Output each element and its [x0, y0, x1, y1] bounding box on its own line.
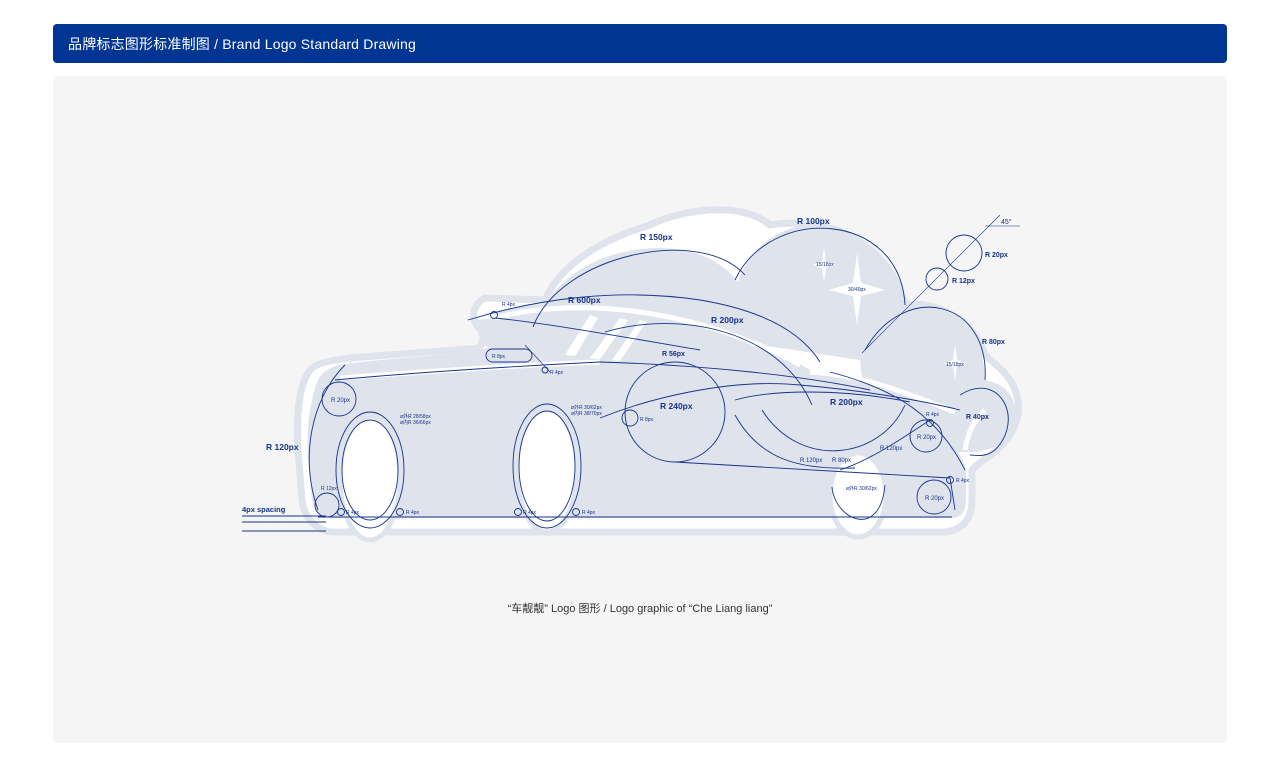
- label-r150: R 150px: [640, 232, 673, 242]
- label-star-big: 30/40px: [848, 287, 866, 293]
- label-r20-left: R 20px: [331, 398, 350, 404]
- label-spacing: 4px spacing: [242, 505, 286, 514]
- label-r100: R 100px: [797, 216, 830, 226]
- label-r12-top: R 12px: [952, 278, 975, 285]
- label-wheel-mid-1: ø外R 30/62px: [571, 404, 602, 411]
- label-r80-right: R 80px: [982, 339, 1005, 346]
- label-r20-mid-right: R 20px: [917, 435, 936, 441]
- label-r8-pill: R 8px: [492, 354, 506, 360]
- label-r4-right-low: R 4px: [956, 478, 970, 484]
- label-r120-left: R 120px: [266, 442, 299, 452]
- label-r4-rim4: R 4px: [582, 510, 596, 516]
- label-r20-bottom-right: R 20px: [925, 496, 944, 502]
- label-r600: R 600px: [568, 295, 601, 305]
- label-r120-mid: R 120px: [800, 458, 822, 464]
- label-wheel-mid-2: ø内R 38/70px: [571, 410, 602, 417]
- logo-construction-drawing: R 150px R 100px 45° R 20px R 12px R 600p…: [242, 206, 1022, 543]
- label-r80-mid: R 80px: [832, 458, 851, 464]
- label-r4-right-top: R 4px: [926, 412, 940, 418]
- label-r120-right: R 120px: [880, 446, 902, 452]
- label-r12-left: R 12px: [321, 486, 337, 492]
- label-star-right: 15/18px: [946, 362, 964, 368]
- label-wheel-left-1: ø外R 28/58px: [400, 413, 431, 420]
- label-wheel-left-2: ø内R 36/66px: [400, 419, 431, 426]
- label-r240: R 240px: [660, 401, 693, 411]
- label-star-small: 15/18px: [816, 262, 834, 268]
- figure-caption: “车靓靓” Logo 图形 / Logo graphic of “Che Lia…: [507, 603, 773, 615]
- label-r200-lower: R 200px: [830, 397, 863, 407]
- label-r4-rim1: R 4px: [346, 510, 360, 516]
- label-r4-rim2: R 4px: [406, 510, 420, 516]
- label-r4-top: R 4px: [502, 302, 516, 308]
- label-r8-small: R 8px: [640, 417, 654, 423]
- label-wheel-right: ø外R 30/62px: [846, 485, 877, 492]
- label-r200-upper: R 200px: [711, 315, 744, 325]
- label-r4-rim3: R 4px: [523, 510, 537, 516]
- label-r40: R 40px: [966, 414, 989, 421]
- label-r56: R 56px: [662, 351, 685, 358]
- label-angle-45: 45°: [1001, 218, 1012, 226]
- label-r4-pill: R 4px: [550, 370, 564, 376]
- logo-silhouette: [294, 206, 1022, 543]
- label-r20-top: R 20px: [985, 252, 1008, 259]
